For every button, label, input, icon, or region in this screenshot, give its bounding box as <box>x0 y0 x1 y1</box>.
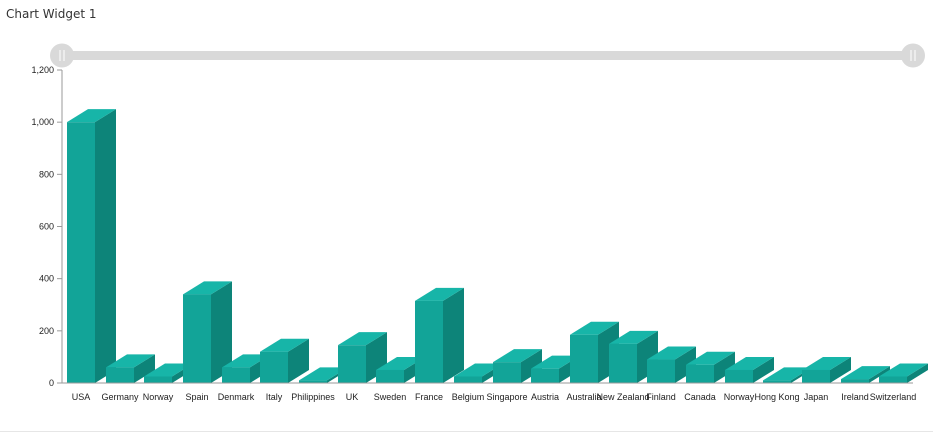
y-tick-label: 1,200 <box>31 65 54 75</box>
bar-front-face <box>183 294 211 383</box>
bar-front-face <box>260 351 288 383</box>
bar-front-face <box>338 345 366 383</box>
bar-front-face <box>376 369 404 383</box>
bar-front-face <box>570 334 598 383</box>
bar-front-face <box>415 300 443 383</box>
x-tick-label: Ireland <box>841 392 869 402</box>
bar-front-face <box>647 359 675 383</box>
x-tick-label: Norway <box>724 392 755 402</box>
chart-widget: Chart Widget 1 0 200 400 600 800 1,000 1,200 U… <box>0 0 933 435</box>
range-selector[interactable] <box>50 43 925 68</box>
y-tick-label: 800 <box>39 169 54 179</box>
x-tick-label: Switzerland <box>870 392 917 402</box>
bar-front-face <box>144 376 172 383</box>
y-tick-label: 0 <box>49 378 54 388</box>
bar-chart: 0 200 400 600 800 1,000 1,200 USA Germany Norway… <box>31 43 928 402</box>
x-tick-label: Belgium <box>452 392 485 402</box>
bar-italy[interactable] <box>260 338 309 383</box>
bar-front-face <box>67 122 95 384</box>
x-tick-label: Canada <box>684 392 716 402</box>
bar-side-face <box>443 287 464 383</box>
y-tick-label: 600 <box>39 222 54 232</box>
bar-front-face <box>879 376 907 383</box>
bar-front-face <box>493 362 521 383</box>
x-tick-label: Japan <box>804 392 829 402</box>
bar-side-face <box>95 109 116 384</box>
bar-front-face <box>222 367 250 383</box>
range-handle-left[interactable] <box>50 43 74 68</box>
x-tick-label: New Zealand <box>596 392 649 402</box>
bar-front-face <box>454 376 482 383</box>
x-tick-label: France <box>415 392 443 402</box>
bars <box>67 109 928 384</box>
x-tick-label: Sweden <box>374 392 407 402</box>
bar-front-face <box>802 369 830 383</box>
y-tick-label: 1,000 <box>31 117 54 127</box>
bar-front-face <box>841 379 869 383</box>
bottom-divider <box>0 431 933 432</box>
range-track[interactable] <box>62 51 913 60</box>
y-tick-label: 200 <box>39 326 54 336</box>
x-tick-label: Italy <box>266 392 283 402</box>
y-tick-label: 400 <box>39 274 54 284</box>
x-tick-label: Spain <box>185 392 208 402</box>
x-tick-label: Norway <box>143 392 174 402</box>
bar-front-face <box>106 367 134 383</box>
range-handle-right[interactable] <box>901 43 925 68</box>
x-tick-label: Denmark <box>218 392 255 402</box>
x-tick-label: Singapore <box>486 392 527 402</box>
x-tick-label: USA <box>72 392 91 402</box>
bar-usa[interactable] <box>67 109 116 384</box>
bar-front-face <box>609 343 637 383</box>
x-tick-label: Austria <box>531 392 559 402</box>
bar-front-face <box>531 368 559 383</box>
bar-france[interactable] <box>415 287 464 383</box>
x-tick-label: UK <box>346 392 359 402</box>
bar-front-face <box>725 369 753 383</box>
x-axis: USA Germany Norway Spain Denmark Italy Philipp… <box>62 382 917 402</box>
y-axis: 0 200 400 600 800 1,000 1,200 <box>31 65 63 388</box>
x-tick-label: Philippines <box>291 392 335 402</box>
x-tick-label: Germany <box>101 392 139 402</box>
x-tick-label: Finland <box>646 392 676 402</box>
x-tick-label: Hong Kong <box>754 392 799 402</box>
bar-front-face <box>686 364 714 383</box>
